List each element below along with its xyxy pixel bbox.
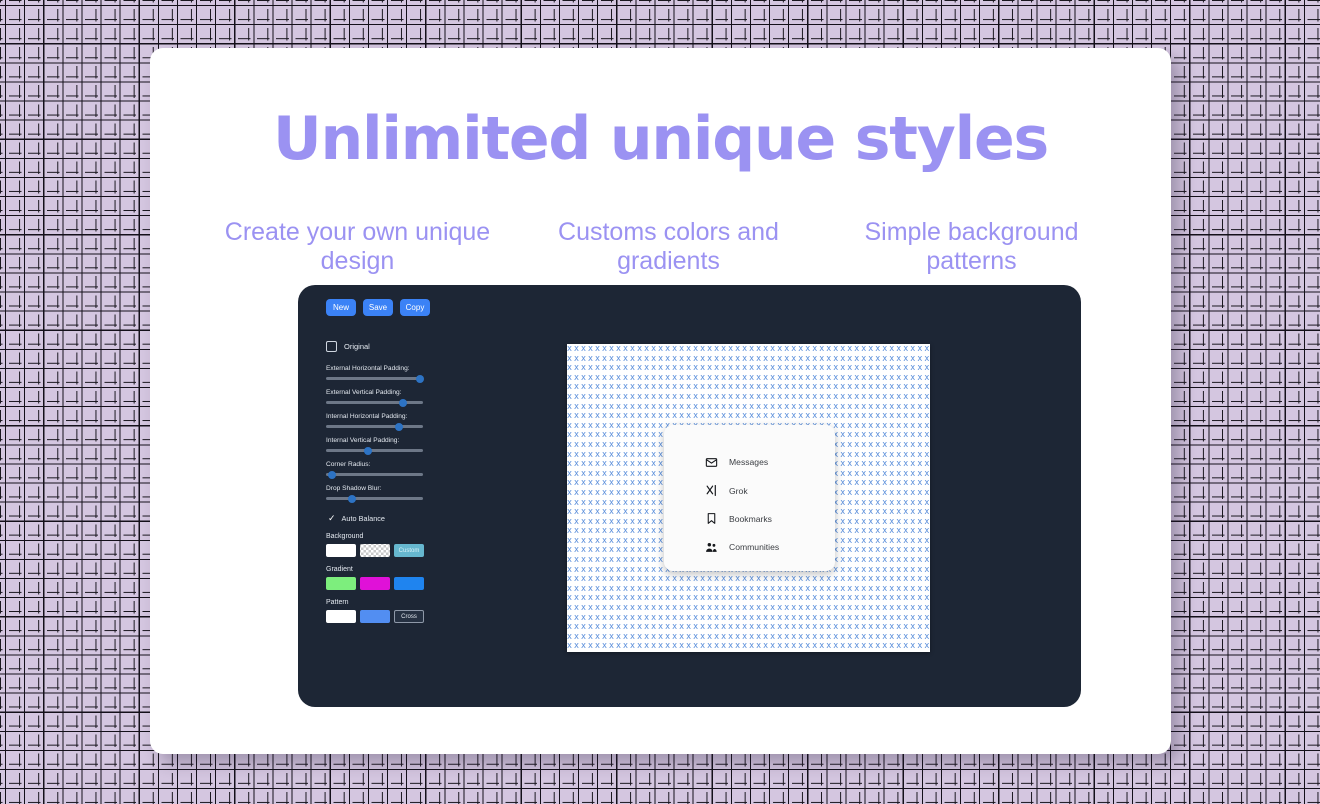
page-root: Unlimited unique styles Create your own … xyxy=(0,0,1320,804)
slider-internal-horizontal-padding: Internal Horizontal Padding: xyxy=(326,413,458,431)
editor-panel: New Save Copy Original External Horizont… xyxy=(298,285,1081,707)
envelope-icon xyxy=(705,456,718,469)
background-swatch-row: Custom xyxy=(326,544,458,557)
slider-label: Internal Vertical Padding: xyxy=(326,437,400,444)
menu-item-label: Bookmarks xyxy=(729,513,772,524)
slider-track[interactable] xyxy=(326,470,423,479)
slider-thumb[interactable] xyxy=(398,398,407,407)
gradient-swatch-row xyxy=(326,577,458,590)
slider-track[interactable] xyxy=(326,422,423,431)
background-section-title: Background xyxy=(326,533,364,540)
preview-surface: xxxxxxxxxxxxxxxxxxxxxxxxxxxxxxxxxxxxxxxx… xyxy=(567,344,930,652)
menu-item-label: Messages xyxy=(729,457,769,468)
slider-thumb[interactable] xyxy=(394,422,403,431)
hero-card: Unlimited unique styles Create your own … xyxy=(150,48,1171,754)
slider-thumb[interactable] xyxy=(327,470,336,479)
pattern-swatch-white[interactable] xyxy=(326,610,356,623)
grok-icon xyxy=(705,484,718,497)
slider-label: External Horizontal Padding: xyxy=(326,365,410,372)
feature-text-2: Customs colors and gradients xyxy=(558,218,779,276)
gradient-swatch-magenta[interactable] xyxy=(360,577,390,590)
communities-icon xyxy=(705,541,718,554)
menu-item-bookmarks[interactable]: Bookmarks xyxy=(705,505,835,533)
controls-column: New Save Copy Original External Horizont… xyxy=(326,299,458,632)
pattern-swatch-row: Cross xyxy=(326,610,458,623)
pattern-swatch-cross[interactable]: Cross xyxy=(394,610,424,623)
feature-row: Create your own unique design Customs co… xyxy=(150,218,1171,277)
slider-label: Corner Radius: xyxy=(326,461,371,468)
background-swatch-transparent[interactable] xyxy=(360,544,390,557)
slider-label: Internal Horizontal Padding: xyxy=(326,413,408,420)
background-swatch-custom[interactable]: Custom xyxy=(394,544,424,557)
menu-item-label: Communities xyxy=(729,542,780,553)
pattern-swatch-lightblue[interactable] xyxy=(360,610,390,623)
checkbox-box-icon[interactable] xyxy=(326,341,337,352)
slider-corner-radius: Corner Radius: xyxy=(326,461,458,479)
slider-label: External Vertical Padding: xyxy=(326,389,402,396)
slider-thumb[interactable] xyxy=(416,374,425,383)
original-checkbox[interactable]: Original xyxy=(326,341,458,352)
background-section: Background Custom xyxy=(326,533,458,557)
background-swatch-white[interactable] xyxy=(326,544,356,557)
slider-track[interactable] xyxy=(326,398,423,407)
page-title: Unlimited unique styles xyxy=(273,104,1049,174)
slider-label: Drop Shadow Blur: xyxy=(326,485,382,492)
menu-item-grok[interactable]: Grok xyxy=(705,476,835,504)
gradient-section: Gradient xyxy=(326,566,458,590)
menu-item-communities[interactable]: Communities xyxy=(705,533,835,561)
slider-internal-vertical-padding: Internal Vertical Padding: xyxy=(326,437,458,455)
gradient-section-title: Gradient xyxy=(326,566,353,573)
copy-button[interactable]: Copy xyxy=(400,299,430,316)
toolbar: New Save Copy xyxy=(326,299,458,316)
new-button[interactable]: New xyxy=(326,299,356,316)
slider-external-vertical-padding: External Vertical Padding: xyxy=(326,389,458,407)
slider-drop-shadow-blur: Drop Shadow Blur: xyxy=(326,485,458,503)
slider-track[interactable] xyxy=(326,446,423,455)
slider-thumb[interactable] xyxy=(348,494,357,503)
menu-item-label: Grok xyxy=(729,485,748,496)
auto-balance-toggle[interactable]: ✓ Auto Balance xyxy=(328,513,458,524)
slider-thumb[interactable] xyxy=(363,446,372,455)
preview-menu-card: Messages Grok Bookmarks Communities xyxy=(664,425,835,571)
feature-text-1: Create your own unique design xyxy=(224,218,491,276)
pattern-section: Pattern Cross xyxy=(326,599,458,623)
gradient-swatch-blue[interactable] xyxy=(394,577,424,590)
menu-item-messages[interactable]: Messages xyxy=(705,448,835,476)
save-button[interactable]: Save xyxy=(363,299,393,316)
slider-track[interactable] xyxy=(326,374,425,383)
slider-track[interactable] xyxy=(326,494,423,503)
pattern-section-title: Pattern xyxy=(326,599,349,606)
gradient-swatch-green[interactable] xyxy=(326,577,356,590)
feature-text-3: Simple background patterns xyxy=(864,218,1079,276)
bookmark-icon xyxy=(705,512,718,525)
slider-external-horizontal-padding: External Horizontal Padding: xyxy=(326,365,458,383)
checkmark-icon: ✓ xyxy=(328,513,336,523)
auto-balance-label: Auto Balance xyxy=(341,514,385,523)
original-checkbox-label: Original xyxy=(344,342,370,351)
